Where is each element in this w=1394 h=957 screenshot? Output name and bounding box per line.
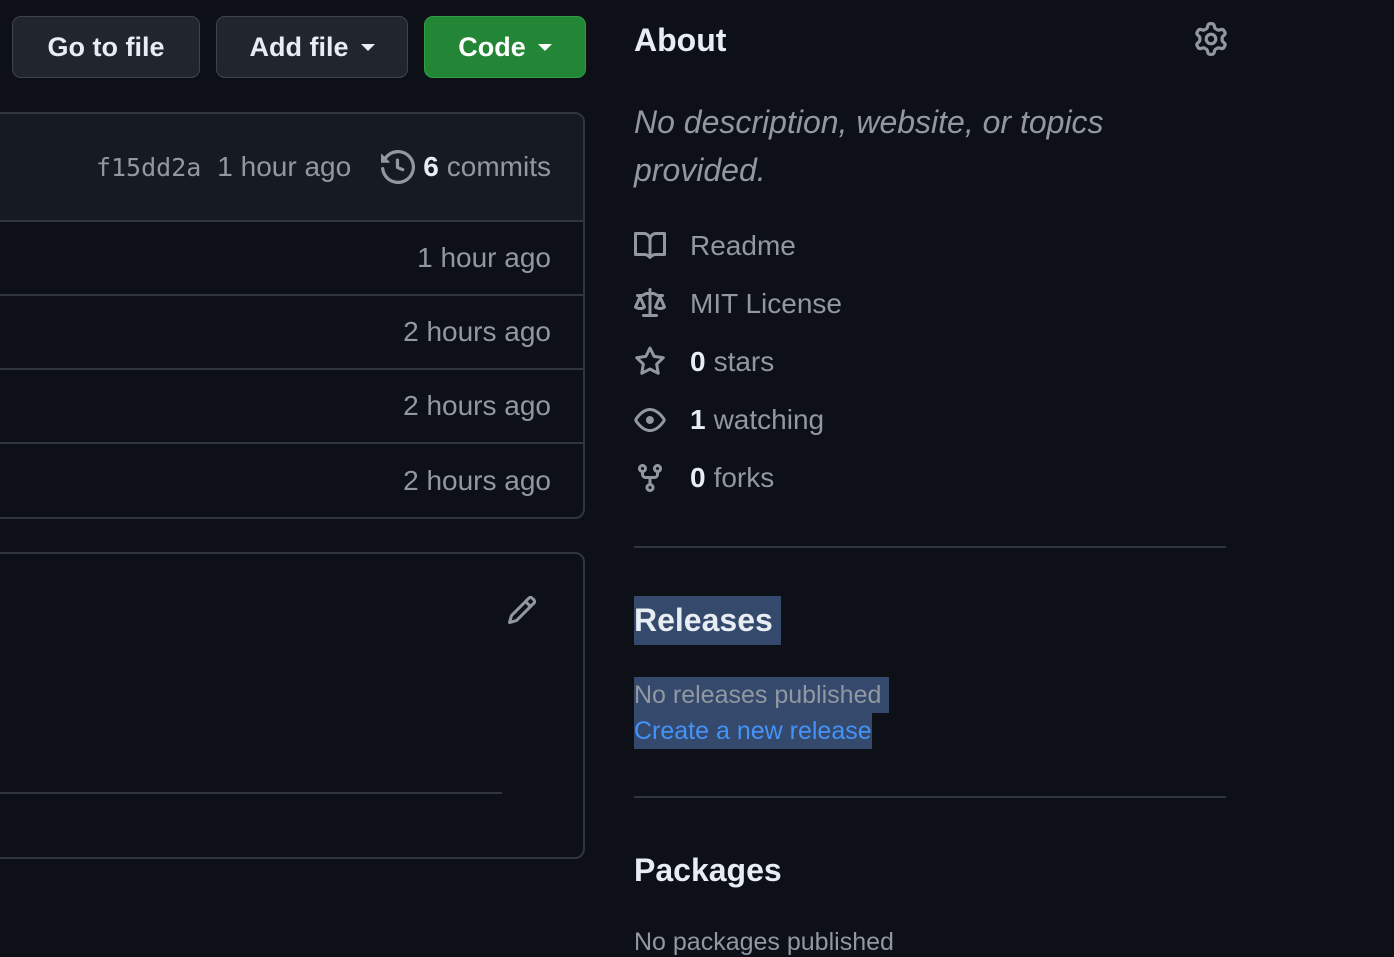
row-time: 1 hour ago — [417, 242, 551, 273]
watching-count: 1 — [690, 404, 706, 435]
gear-icon[interactable] — [1194, 22, 1228, 56]
divider — [634, 546, 1226, 548]
repo-description: No description, website, or topics provi… — [634, 104, 1104, 188]
license-label: MIT License — [690, 288, 842, 319]
row-time: 2 hours ago — [403, 465, 551, 496]
go-to-file-label: Go to file — [47, 31, 165, 62]
commit-count: 6 — [423, 151, 439, 182]
latest-commit-bar: f15dd2a 1 hour ago 6 commits — [0, 114, 583, 222]
go-to-file-button[interactable]: Go to file — [12, 16, 200, 78]
fork-icon — [638, 464, 662, 493]
table-row[interactable]: 2 hours ago — [0, 296, 583, 370]
row-time: 2 hours ago — [403, 316, 551, 347]
readme-link[interactable]: Readme — [634, 226, 796, 266]
releases-heading[interactable]: Releases — [634, 596, 781, 645]
commit-time: 1 hour ago — [217, 151, 352, 182]
star-icon — [635, 346, 665, 375]
forks-link[interactable]: 0 forks — [634, 458, 774, 498]
stars-count: 0 — [690, 346, 706, 377]
code-button[interactable]: Code — [424, 16, 586, 78]
watching-link[interactable]: 1 watching — [634, 400, 824, 440]
caret-down-icon — [537, 43, 552, 51]
commit-history-link[interactable]: 6 commits — [381, 150, 551, 184]
table-row[interactable]: 1 hour ago — [0, 222, 583, 296]
stars-label: stars — [713, 346, 775, 377]
watching-label: watching — [713, 404, 825, 435]
code-label: Code — [458, 31, 526, 62]
divider — [634, 796, 1226, 798]
add-file-button[interactable]: Add file — [216, 16, 408, 78]
commit-sha-link[interactable]: f15dd2a — [96, 153, 201, 182]
no-releases-text: No releases published — [634, 677, 890, 713]
add-file-label: Add file — [249, 31, 349, 62]
pencil-icon[interactable] — [506, 594, 538, 626]
readme-panel — [0, 552, 585, 859]
eye-icon — [634, 408, 666, 432]
row-time: 2 hours ago — [403, 390, 551, 421]
file-list: f15dd2a 1 hour ago 6 commits 1 hour ago … — [0, 112, 585, 519]
book-icon — [634, 231, 666, 259]
no-packages-text: No packages published — [634, 928, 894, 956]
divider — [0, 792, 502, 794]
packages-heading[interactable]: Packages — [634, 852, 782, 889]
table-row[interactable]: 2 hours ago — [0, 370, 583, 444]
table-row[interactable]: 2 hours ago — [0, 444, 583, 517]
license-link[interactable]: MIT License — [634, 284, 842, 324]
about-heading: About — [634, 22, 727, 58]
caret-down-icon — [360, 43, 375, 51]
create-release-link[interactable]: Create a new release — [634, 713, 872, 749]
law-icon — [634, 288, 666, 317]
history-icon — [381, 150, 416, 184]
readme-label: Readme — [690, 230, 796, 261]
forks-label: forks — [713, 462, 775, 493]
forks-count: 0 — [690, 462, 706, 493]
commit-word: commits — [446, 151, 551, 182]
stars-link[interactable]: 0 stars — [634, 342, 774, 382]
